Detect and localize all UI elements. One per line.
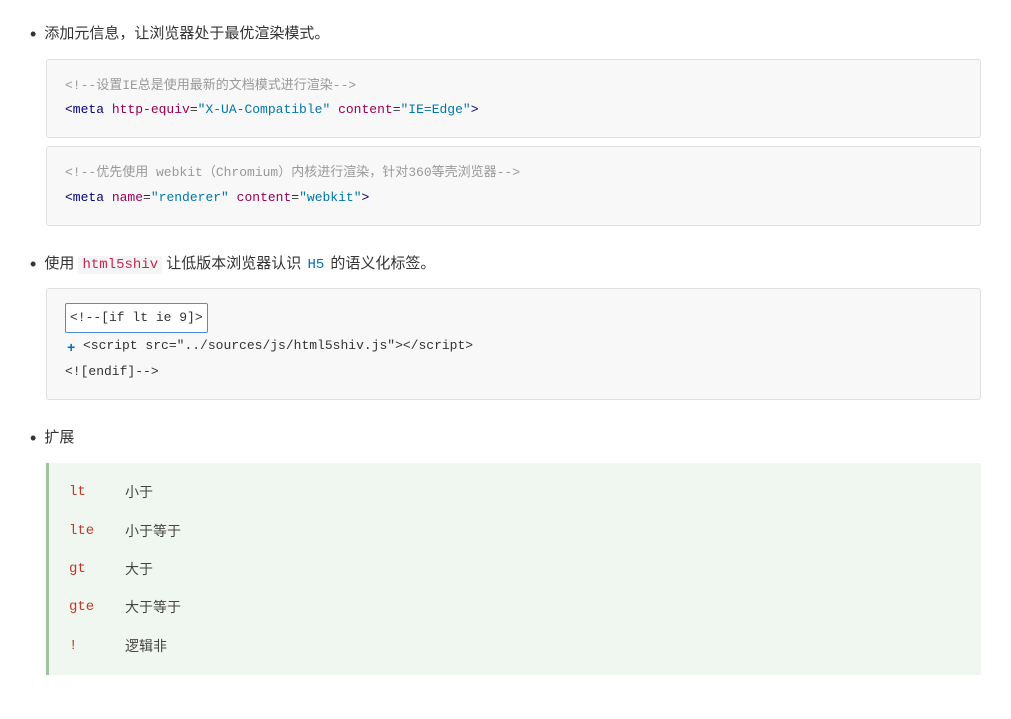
endif-line: <![endif]--> <box>65 359 962 385</box>
comment-line-webkit: <!--优先使用 webkit（Chromium）内核进行渲染，针对360等壳浏… <box>65 161 962 186</box>
if-block: <!--[if lt ie 9]> + <script src="../sour… <box>46 288 981 400</box>
attr-name-webkit: name <box>112 190 143 205</box>
attr-content-webkit: content <box>237 190 292 205</box>
tag-meta-webkit: <meta <box>65 190 112 205</box>
bullet-icon: • <box>30 20 36 49</box>
html5shiv-section: • 使用 html5shiv 让低版本浏览器认识 H5 的语义化标签。 <!--… <box>30 250 981 401</box>
tag-script-open: <script <box>83 338 145 353</box>
meta-section-text: 添加元信息，让浏览器处于最优渲染模式。 <box>44 20 981 47</box>
key-gte: gte <box>69 596 119 618</box>
meta-ie-line: <meta http-equiv="X-UA-Compatible" conte… <box>65 98 962 123</box>
bullet-icon-2: • <box>30 250 36 279</box>
code-block-ie: <!--设置IE总是使用最新的文档模式进行渲染--> <meta http-eq… <box>46 59 981 138</box>
content-area: • 添加元信息，让浏览器处于最优渲染模式。 <!--设置IE总是使用最新的文档模… <box>30 20 981 675</box>
tag-close-webkit: > <box>362 190 370 205</box>
html5shiv-code: html5shiv <box>78 256 162 274</box>
val-content-ie: "IE=Edge" <box>401 102 471 117</box>
meta-webkit-line: <meta name="renderer" content="webkit"> <box>65 186 962 211</box>
expansion-block: lt 小于 lte 小于等于 gt 大于 gte 大于等于 ! 逻辑非 <box>46 463 981 675</box>
list-item: ! 逻辑非 <box>69 627 961 665</box>
key-not: ! <box>69 635 119 657</box>
html5shiv-intro: 使用 html5shiv 让低版本浏览器认识 H5 的语义化标签。 <box>44 250 981 278</box>
meta-section-header: • 添加元信息，让浏览器处于最优渲染模式。 <box>30 20 981 49</box>
tag-meta-ie: <meta <box>65 102 112 117</box>
comment-ie: <!--设置IE总是使用最新的文档模式进行渲染--> <box>65 78 356 93</box>
meta-section: • 添加元信息，让浏览器处于最优渲染模式。 <!--设置IE总是使用最新的文档模… <box>30 20 981 226</box>
key-lte: lte <box>69 520 119 542</box>
comment-line-ie: <!--设置IE总是使用最新的文档模式进行渲染--> <box>65 74 962 99</box>
attr-src: src <box>145 338 168 353</box>
code-block-webkit: <!--优先使用 webkit（Chromium）内核进行渲染，针对360等壳浏… <box>46 146 981 225</box>
desc-lt: 小于 <box>125 481 153 503</box>
val-name-webkit: "renderer" <box>151 190 229 205</box>
desc-gt: 大于 <box>125 558 153 580</box>
expand-section: • 扩展 lt 小于 lte 小于等于 gt 大于 gte 大于等于 <box>30 424 981 675</box>
html5shiv-header: • 使用 html5shiv 让低版本浏览器认识 H5 的语义化标签。 <box>30 250 981 279</box>
val-content-webkit: "webkit" <box>299 190 361 205</box>
highlight-if[interactable]: <!--[if lt ie 9]> <box>65 303 208 333</box>
if-highlighted-line: <!--[if lt ie 9]> <box>65 303 962 333</box>
list-item: lte 小于等于 <box>69 512 961 550</box>
list-item: gte 大于等于 <box>69 588 961 626</box>
key-gt: gt <box>69 558 119 580</box>
attr-http-equiv: http-equiv <box>112 102 190 117</box>
script-line-wrapper: + <script src="../sources/js/html5shiv.j… <box>83 333 962 359</box>
key-lt: lt <box>69 481 119 503</box>
expand-title: 扩展 <box>44 424 981 451</box>
tag-script-close: ></script> <box>395 338 473 353</box>
tag-close-ie: > <box>471 102 479 117</box>
h5-code: H5 <box>305 256 326 274</box>
val-src: "../sources/js/html5shiv.js" <box>177 338 395 353</box>
expand-header: • 扩展 <box>30 424 981 453</box>
endif-text: <![endif]--> <box>65 364 159 379</box>
val-http-equiv: "X-UA-Compatible" <box>198 102 331 117</box>
list-item: lt 小于 <box>69 473 961 511</box>
expansion-container: lt 小于 lte 小于等于 gt 大于 gte 大于等于 ! 逻辑非 <box>46 463 981 675</box>
desc-gte: 大于等于 <box>125 596 181 618</box>
desc-lte: 小于等于 <box>125 520 181 542</box>
desc-not: 逻辑非 <box>125 635 167 657</box>
comment-webkit: <!--优先使用 webkit（Chromium）内核进行渲染，针对360等壳浏… <box>65 165 520 180</box>
bullet-icon-3: • <box>30 424 36 453</box>
plus-icon: + <box>67 335 75 363</box>
list-item: gt 大于 <box>69 550 961 588</box>
attr-content-ie: content <box>338 102 393 117</box>
